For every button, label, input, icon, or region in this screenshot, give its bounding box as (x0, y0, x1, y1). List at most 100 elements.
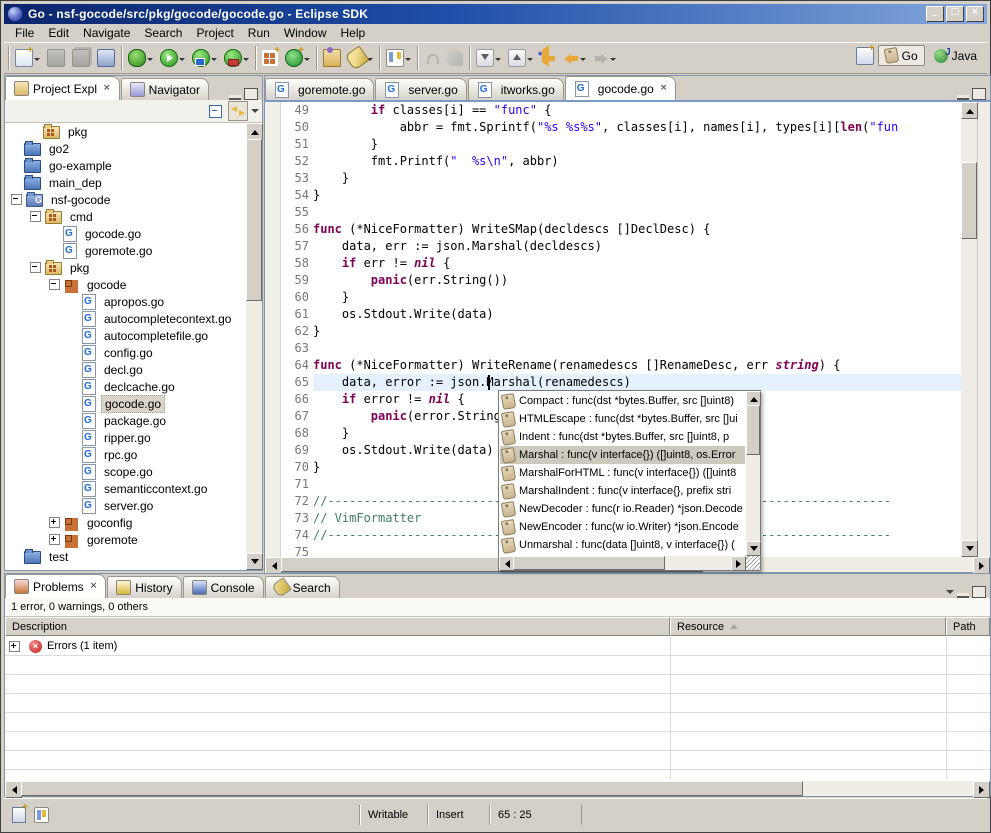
debug-button[interactable] (125, 46, 156, 70)
new-go-package-button[interactable] (259, 47, 281, 69)
completion-item[interactable]: Marshal : func(v interface{}) ([]uint8, … (500, 446, 745, 464)
mark-occurrences-dropdown-arrow[interactable] (405, 58, 411, 64)
tree-item-ripper-go[interactable]: ripper.go (5, 429, 246, 446)
completion-item[interactable]: Indent : func(dst *bytes.Buffer, src []u… (500, 428, 745, 446)
menu-item-file[interactable]: File (9, 24, 40, 42)
gc-compile-button[interactable] (282, 46, 313, 70)
run-history-dropdown-arrow[interactable] (211, 58, 217, 64)
tree-item-rpc-go[interactable]: rpc.go (5, 446, 246, 463)
new-wizard-dropdown-arrow[interactable] (34, 58, 40, 64)
link-with-editor-button[interactable] (228, 101, 248, 121)
expand-icon[interactable] (49, 534, 60, 545)
collapse-icon[interactable] (49, 279, 60, 290)
completion-item[interactable]: NewDecoder : func(r io.Reader) *json.Dec… (500, 500, 745, 518)
tree-item-declcache-go[interactable]: declcache.go (5, 378, 246, 395)
previous-annotation-button[interactable] (505, 46, 536, 70)
column-header-path[interactable]: Path (946, 617, 990, 636)
maximize-button[interactable]: □ (946, 6, 964, 22)
problems-tab-problems[interactable]: Problems× (5, 574, 106, 598)
tree-item-autocompletecontext-go[interactable]: autocompletecontext.go (5, 310, 246, 327)
external-tools-button[interactable] (221, 46, 252, 70)
minimize-view-icon[interactable] (229, 95, 241, 100)
tree-item-gocode[interactable]: gocode (5, 276, 246, 293)
print-button[interactable] (94, 46, 118, 70)
forward-dropdown-arrow[interactable] (610, 58, 616, 64)
menu-item-window[interactable]: Window (278, 24, 333, 42)
new-wizard-button[interactable] (12, 46, 43, 70)
save-all-button[interactable] (69, 46, 93, 70)
gc-compile-dropdown-arrow[interactable] (304, 58, 310, 64)
mark-occurrences-status-icon[interactable] (34, 807, 49, 823)
menu-item-search[interactable]: Search (138, 24, 188, 42)
back-button[interactable] (560, 47, 589, 69)
collapse-icon[interactable] (30, 211, 41, 222)
editor-tab-itworks-go[interactable]: itworks.go (468, 78, 564, 100)
undo-button[interactable] (421, 47, 443, 69)
close-tab-icon[interactable]: × (103, 84, 111, 93)
view-menu-icon[interactable] (251, 109, 259, 117)
tree-item-gocode-go[interactable]: gocode.go (5, 395, 246, 412)
tree-item-apropos-go[interactable]: apropos.go (5, 293, 246, 310)
completion-item[interactable]: NewEncoder : func(w io.Writer) *json.Enc… (500, 518, 745, 536)
search-button[interactable] (345, 46, 376, 70)
maximize-view-icon[interactable] (244, 88, 258, 100)
minimize-view-icon[interactable] (957, 593, 969, 598)
mark-occurrences-button[interactable] (383, 46, 414, 70)
column-header-resource[interactable]: Resource (670, 617, 946, 636)
explorer-tab-navigator[interactable]: Navigator (121, 78, 209, 100)
tree-item-goremote[interactable]: goremote (5, 531, 246, 548)
close-tab-icon[interactable]: × (660, 84, 668, 93)
tree-item-config-go[interactable]: config.go (5, 344, 246, 361)
problems-tab-search[interactable]: Search (265, 576, 340, 598)
popup-resize-grip[interactable] (746, 556, 760, 570)
minimize-view-icon[interactable] (957, 95, 969, 100)
menu-item-project[interactable]: Project (190, 24, 239, 42)
tree-item-gocode-go[interactable]: gocode.go (5, 225, 246, 242)
tree-item-package-go[interactable]: package.go (5, 412, 246, 429)
next-annotation-dropdown-arrow[interactable] (495, 58, 501, 64)
menu-item-help[interactable]: Help (335, 24, 372, 42)
tree-item-pkg[interactable]: pkg (5, 123, 246, 140)
run-history-button[interactable] (189, 46, 220, 70)
last-edit-location-button[interactable] (537, 47, 559, 69)
forward-button[interactable] (590, 47, 619, 69)
view-menu-icon[interactable] (946, 590, 954, 598)
tree-item-server-go[interactable]: server.go (5, 497, 246, 514)
collapse-icon[interactable] (11, 194, 22, 205)
collapse-all-button[interactable] (205, 101, 225, 121)
external-tools-dropdown-arrow[interactable] (243, 58, 249, 64)
tree-item-go2[interactable]: go2 (5, 140, 246, 157)
problems-hscrollbar[interactable] (5, 781, 990, 796)
tree-item-goremote-go[interactable]: goremote.go (5, 242, 246, 259)
tree-item-test[interactable]: test (5, 548, 246, 565)
import-button[interactable] (320, 46, 344, 70)
tree-item-nsf-gocode[interactable]: nsf-gocode (5, 191, 246, 208)
perspective-go[interactable]: Go (878, 45, 925, 66)
maximize-view-icon[interactable] (972, 586, 986, 598)
explorer-tab-project-expl[interactable]: Project Expl× (5, 76, 120, 100)
tree-item-autocompletefile-go[interactable]: autocompletefile.go (5, 327, 246, 344)
menu-item-run[interactable]: Run (242, 24, 276, 42)
expand-icon[interactable] (9, 641, 20, 652)
tree-item-semanticcontext-go[interactable]: semanticcontext.go (5, 480, 246, 497)
maximize-view-icon[interactable] (972, 88, 986, 100)
problems-row[interactable]: ×Errors (1 item) (5, 637, 990, 655)
completion-item[interactable]: HTMLEscape : func(dst *bytes.Buffer, src… (500, 410, 745, 428)
tree-item-cmd[interactable]: cmd (5, 208, 246, 225)
completion-item[interactable]: Compact : func(dst *bytes.Buffer, src []… (500, 392, 745, 410)
run-button[interactable] (157, 46, 188, 70)
close-button[interactable]: × (966, 6, 984, 22)
collapse-icon[interactable] (30, 262, 41, 273)
completion-item[interactable]: MarshalForHTML : func(v interface{}) ([]… (500, 464, 745, 482)
completion-item[interactable]: Unmarshal : func(data []uint8, v interfa… (500, 536, 745, 554)
completion-item[interactable]: MarshalIndent : func(v interface{}, pref… (500, 482, 745, 500)
tree-scrollbar[interactable] (246, 123, 262, 570)
open-perspective-button[interactable] (855, 46, 875, 66)
perspective-java[interactable]: Java (927, 45, 984, 66)
tree-item-pkg[interactable]: pkg (5, 259, 246, 276)
fast-view-icon[interactable] (12, 807, 26, 823)
tree-item-decl-go[interactable]: decl.go (5, 361, 246, 378)
tree-item-go-example[interactable]: go-example (5, 157, 246, 174)
problems-tab-history[interactable]: History (107, 576, 181, 598)
run-dropdown-arrow[interactable] (179, 58, 185, 64)
